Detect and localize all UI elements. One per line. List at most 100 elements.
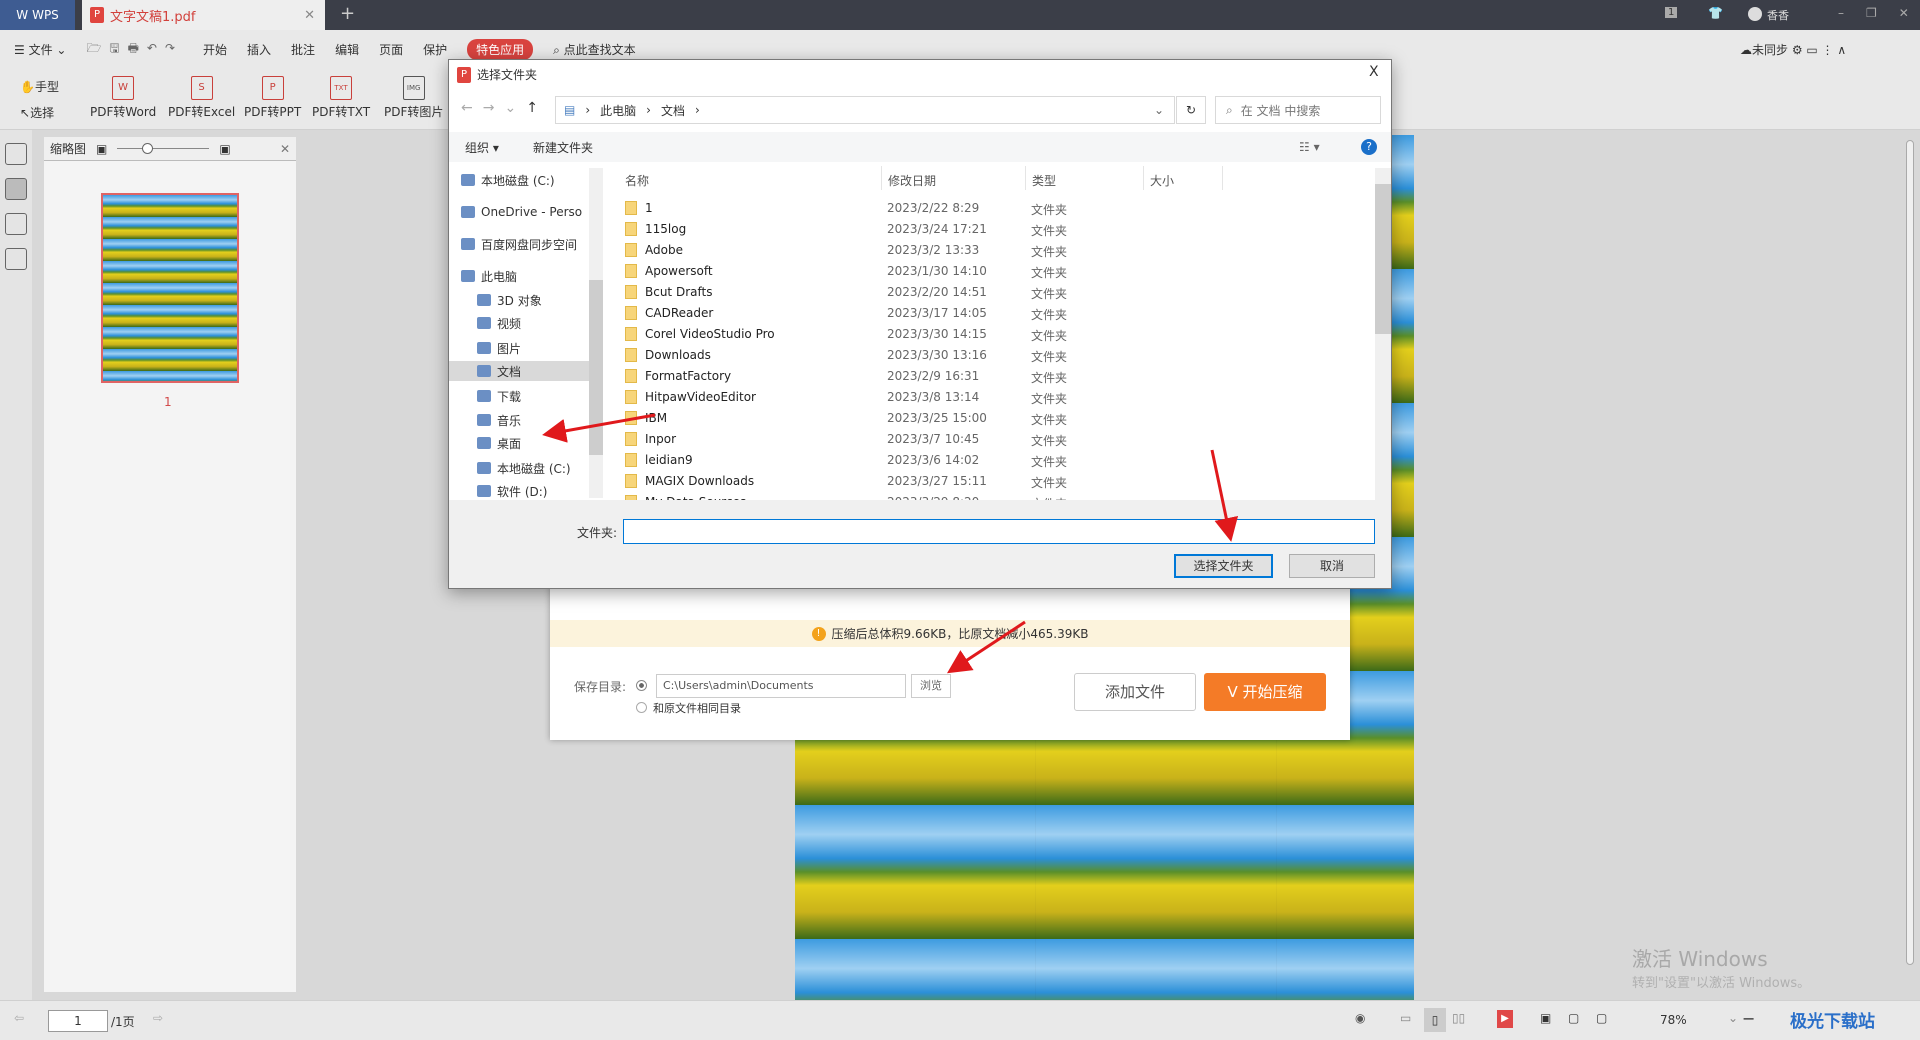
- column-date[interactable]: 修改日期: [881, 166, 936, 190]
- page-thumbnail[interactable]: [101, 193, 239, 383]
- nav-item[interactable]: 桌面: [477, 433, 605, 453]
- nav-scrollbar[interactable]: [589, 168, 603, 498]
- vertical-scrollbar[interactable]: [1906, 140, 1914, 965]
- file-row[interactable]: MAGIX Downloads 2023/3/27 15:11 文件夹: [605, 471, 1365, 492]
- outline-icon[interactable]: [5, 143, 27, 165]
- file-row[interactable]: Downloads 2023/3/30 13:16 文件夹: [605, 345, 1365, 366]
- zoom-dropdown-icon[interactable]: ⌄: [1728, 1011, 1738, 1025]
- document-tab[interactable]: P 文字文稿1.pdf ✕: [82, 0, 325, 30]
- column-size[interactable]: 大小: [1143, 166, 1223, 190]
- file-row[interactable]: Apowersoft 2023/1/30 14:10 文件夹: [605, 261, 1365, 282]
- pdf-to-image-button[interactable]: IMG PDF转图片: [384, 76, 443, 120]
- file-row[interactable]: HitpawVideoEditor 2023/3/8 13:14 文件夹: [605, 387, 1365, 408]
- search-text[interactable]: ⌕ 点此查找文本: [553, 41, 636, 58]
- close-tab-icon[interactable]: ✕: [304, 8, 315, 23]
- menu-edit[interactable]: 编辑: [335, 41, 359, 58]
- same-dir-radio[interactable]: [636, 702, 647, 713]
- file-row[interactable]: Corel VideoStudio Pro 2023/3/30 14:15 文件夹: [605, 324, 1365, 345]
- close-window-icon[interactable]: ✕: [1899, 6, 1909, 20]
- wps-home-tab[interactable]: W WPS: [0, 0, 75, 30]
- close-panel-icon[interactable]: ✕: [280, 142, 290, 156]
- file-row[interactable]: Adobe 2023/3/2 13:33 文件夹: [605, 240, 1365, 261]
- nav-item[interactable]: 音乐: [477, 410, 605, 430]
- save-dir-radio[interactable]: [636, 680, 647, 691]
- window-count-badge[interactable]: 1: [1665, 7, 1678, 18]
- help-icon[interactable]: ?: [1361, 139, 1377, 155]
- thumbnail-icon[interactable]: [5, 178, 27, 200]
- new-tab-button[interactable]: +: [340, 3, 355, 24]
- play-icon[interactable]: ▶: [1497, 1010, 1513, 1028]
- eye-icon[interactable]: ◉: [1355, 1011, 1365, 1025]
- small-image-icon[interactable]: ▣: [96, 142, 107, 156]
- nav-item[interactable]: 软件 (D:): [477, 481, 605, 501]
- dialog-close-button[interactable]: X: [1369, 64, 1379, 80]
- column-type[interactable]: 类型: [1025, 166, 1056, 190]
- user-account[interactable]: 香香: [1748, 7, 1789, 23]
- quick-access-icons[interactable]: 🗁🖫🖶↶↷: [86, 39, 183, 60]
- pdf-to-ppt-button[interactable]: P PDF转PPT: [244, 76, 301, 120]
- browse-button[interactable]: 浏览: [911, 674, 951, 698]
- menu-page[interactable]: 页面: [379, 41, 403, 58]
- nav-item[interactable]: 本地磁盘 (C:): [461, 170, 589, 190]
- column-name[interactable]: 名称: [625, 172, 649, 189]
- menu-start[interactable]: 开始: [203, 41, 227, 58]
- new-folder-button[interactable]: 新建文件夹: [533, 139, 593, 156]
- next-page-icon[interactable]: ⇨: [153, 1011, 163, 1025]
- folder-input[interactable]: [623, 519, 1375, 544]
- fit-page-icon[interactable]: ▢: [1568, 1011, 1579, 1025]
- convert-icon[interactable]: [5, 248, 27, 270]
- nav-item[interactable]: 此电脑: [461, 266, 589, 286]
- list-scrollbar[interactable]: [1375, 168, 1391, 500]
- page-number-input[interactable]: 1: [48, 1010, 108, 1032]
- file-row[interactable]: 1 2023/2/22 8:29 文件夹: [605, 198, 1365, 219]
- thumbnail-size-slider[interactable]: [117, 143, 210, 154]
- nav-item[interactable]: 3D 对象: [477, 290, 605, 310]
- pdf-to-excel-button[interactable]: S PDF转Excel: [168, 76, 235, 120]
- file-row[interactable]: IBM 2023/3/25 15:00 文件夹: [605, 408, 1365, 429]
- nav-item[interactable]: 下载: [477, 386, 605, 406]
- breadcrumb-this-pc[interactable]: 此电脑: [600, 102, 636, 119]
- pdf-to-word-button[interactable]: W PDF转Word: [90, 76, 156, 120]
- refresh-button[interactable]: ↻: [1176, 96, 1206, 124]
- file-row[interactable]: Inpor 2023/3/7 10:45 文件夹: [605, 429, 1365, 450]
- nav-item[interactable]: OneDrive - Perso: [461, 202, 589, 222]
- zoom-out-icon[interactable]: −: [1742, 1009, 1755, 1028]
- menu-comment[interactable]: 批注: [291, 41, 315, 58]
- restore-icon[interactable]: ❐: [1866, 6, 1877, 20]
- file-row[interactable]: Bcut Drafts 2023/2/20 14:51 文件夹: [605, 282, 1365, 303]
- nav-scroll-thumb[interactable]: [589, 280, 603, 455]
- two-page-icon[interactable]: ▯▯: [1452, 1011, 1465, 1025]
- select-folder-button[interactable]: 选择文件夹: [1174, 554, 1273, 578]
- list-scroll-thumb[interactable]: [1375, 184, 1391, 334]
- menu-protect[interactable]: 保护: [423, 41, 447, 58]
- file-row[interactable]: leidian9 2023/3/6 14:02 文件夹: [605, 450, 1365, 471]
- actual-size-icon[interactable]: ▣: [1540, 1011, 1551, 1025]
- nav-item[interactable]: 文档: [449, 361, 589, 381]
- prev-page-icon[interactable]: ⇦: [14, 1011, 24, 1025]
- zoom-level[interactable]: 78%: [1660, 1013, 1687, 1027]
- fit-width-icon[interactable]: ▢: [1596, 1011, 1607, 1025]
- address-bar[interactable]: ▤ › 此电脑 › 文档 › ⌄: [555, 96, 1175, 124]
- select-tool[interactable]: ↖选择: [20, 104, 54, 121]
- view-options-icon[interactable]: ☷ ▾: [1299, 140, 1320, 154]
- file-row[interactable]: 115log 2023/3/24 17:21 文件夹: [605, 219, 1365, 240]
- large-image-icon[interactable]: ▣: [219, 142, 230, 156]
- search-box[interactable]: ⌕ 在 文档 中搜索: [1215, 96, 1381, 124]
- continuous-view-icon[interactable]: ▭: [1400, 1011, 1411, 1025]
- single-page-icon[interactable]: ▯: [1424, 1008, 1446, 1032]
- nav-item[interactable]: 本地磁盘 (C:): [477, 458, 605, 478]
- start-compress-button[interactable]: V 开始压缩: [1204, 673, 1326, 711]
- skin-icon[interactable]: 👕: [1708, 6, 1723, 20]
- menu-special-apps[interactable]: 特色应用: [467, 38, 534, 60]
- sync-status[interactable]: ☁未同步 ⚙ ▭ ⋮ ∧: [1740, 41, 1846, 58]
- slider-handle[interactable]: [142, 143, 154, 154]
- hand-tool[interactable]: ✋手型: [20, 78, 59, 95]
- pdf-to-txt-button[interactable]: TXT PDF转TXT: [312, 76, 370, 120]
- organize-button[interactable]: 组织 ▾: [465, 139, 499, 156]
- nav-item[interactable]: 百度网盘同步空间: [461, 234, 589, 254]
- breadcrumb-documents[interactable]: 文档: [661, 102, 685, 119]
- menu-file[interactable]: ☰ 文件 ⌄: [14, 41, 66, 58]
- add-file-button[interactable]: 添加文件: [1074, 673, 1196, 711]
- menu-insert[interactable]: 插入: [247, 41, 271, 58]
- save-path-input[interactable]: C:\Users\admin\Documents: [656, 674, 906, 698]
